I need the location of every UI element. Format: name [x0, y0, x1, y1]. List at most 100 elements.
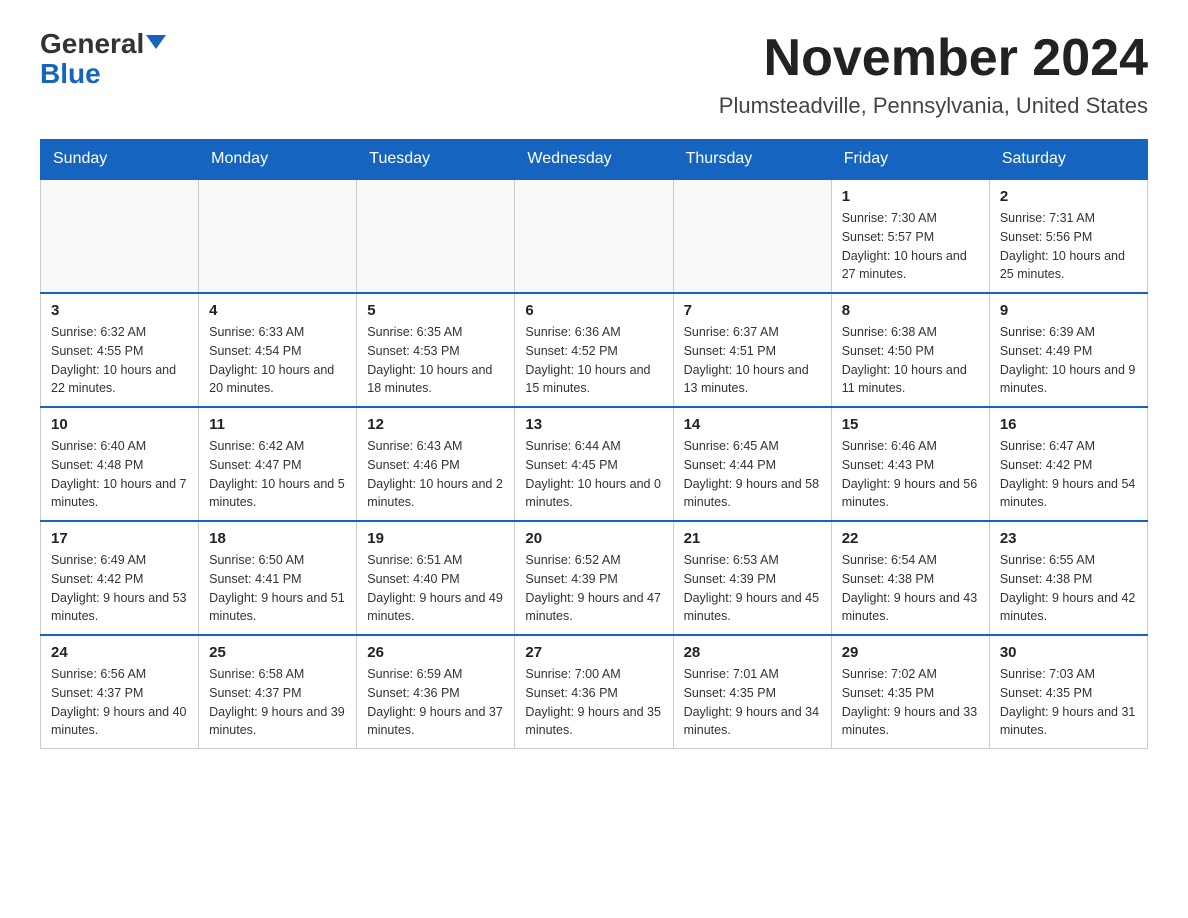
day-number: 28: [684, 644, 821, 661]
calendar-cell: 1Sunrise: 7:30 AMSunset: 5:57 PMDaylight…: [831, 179, 989, 293]
calendar-cell: 15 Sunrise: 6:46 AMSunset: 4:43 PMDayligh…: [831, 407, 989, 521]
day-info: Sunrise: 6:35 AMSunset: 4:53 PMDaylight:…: [367, 323, 504, 398]
day-info: Sunrise: 6:56 AMSunset: 4:37 PMDaylight:…: [51, 665, 188, 740]
calendar-week-row: 3 Sunrise: 6:32 AMSunset: 4:55 PMDaylight…: [41, 293, 1148, 407]
day-number: 22: [842, 530, 979, 547]
weekday-header-wednesday: Wednesday: [515, 140, 673, 180]
calendar-cell: 16 Sunrise: 6:47 AMSunset: 4:42 PMDayligh…: [989, 407, 1147, 521]
day-number: 5: [367, 302, 504, 319]
calendar-cell: 17 Sunrise: 6:49 AMSunset: 4:42 PMDayligh…: [41, 521, 199, 635]
day-info: Sunrise: 6:39 AMSunset: 4:49 PMDaylight:…: [1000, 323, 1137, 398]
day-number: 19: [367, 530, 504, 547]
calendar-cell: 26 Sunrise: 6:59 AMSunset: 4:36 PMDayligh…: [357, 635, 515, 749]
day-info: Sunrise: 7:01 AMSunset: 4:35 PMDaylight:…: [684, 665, 821, 740]
weekday-header-tuesday: Tuesday: [357, 140, 515, 180]
day-info: Sunrise: 6:58 AMSunset: 4:37 PMDaylight:…: [209, 665, 346, 740]
day-number: 18: [209, 530, 346, 547]
day-info: Sunrise: 6:51 AMSunset: 4:40 PMDaylight:…: [367, 551, 504, 626]
calendar-week-row: 1Sunrise: 7:30 AMSunset: 5:57 PMDaylight…: [41, 179, 1148, 293]
day-number: 15: [842, 416, 979, 433]
day-info: Sunrise: 6:38 AMSunset: 4:50 PMDaylight:…: [842, 323, 979, 398]
weekday-header-sunday: Sunday: [41, 140, 199, 180]
logo-bottom: Blue: [40, 60, 101, 88]
day-info: Sunrise: 6:43 AMSunset: 4:46 PMDaylight:…: [367, 437, 504, 512]
day-info: Sunrise: 6:50 AMSunset: 4:41 PMDaylight:…: [209, 551, 346, 626]
calendar-week-row: 17 Sunrise: 6:49 AMSunset: 4:42 PMDayligh…: [41, 521, 1148, 635]
day-info: Sunrise: 6:52 AMSunset: 4:39 PMDaylight:…: [525, 551, 662, 626]
day-info: Sunrise: 7:02 AMSunset: 4:35 PMDaylight:…: [842, 665, 979, 740]
calendar-cell: 4 Sunrise: 6:33 AMSunset: 4:54 PMDaylight…: [199, 293, 357, 407]
weekday-header-saturday: Saturday: [989, 140, 1147, 180]
day-number: 23: [1000, 530, 1137, 547]
day-number: 7: [684, 302, 821, 319]
day-info: Sunrise: 7:00 AMSunset: 4:36 PMDaylight:…: [525, 665, 662, 740]
day-info: Sunrise: 6:47 AMSunset: 4:42 PMDaylight:…: [1000, 437, 1137, 512]
calendar-cell: 13Sunrise: 6:44 AMSunset: 4:45 PMDayligh…: [515, 407, 673, 521]
calendar-cell: [515, 179, 673, 293]
day-info: Sunrise: 7:03 AMSunset: 4:35 PMDaylight:…: [1000, 665, 1137, 740]
main-title: November 2024: [719, 30, 1148, 87]
calendar-cell: 27 Sunrise: 7:00 AMSunset: 4:36 PMDayligh…: [515, 635, 673, 749]
calendar-cell: 5 Sunrise: 6:35 AMSunset: 4:53 PMDaylight…: [357, 293, 515, 407]
day-number: 2: [1000, 188, 1137, 205]
title-section: November 2024 Plumsteadville, Pennsylvan…: [719, 30, 1148, 119]
calendar-cell: 25 Sunrise: 6:58 AMSunset: 4:37 PMDayligh…: [199, 635, 357, 749]
calendar-cell: 29 Sunrise: 7:02 AMSunset: 4:35 PMDayligh…: [831, 635, 989, 749]
day-number: 10: [51, 416, 188, 433]
day-info: Sunrise: 6:49 AMSunset: 4:42 PMDaylight:…: [51, 551, 188, 626]
calendar-cell: 10Sunrise: 6:40 AMSunset: 4:48 PMDayligh…: [41, 407, 199, 521]
day-info: Sunrise: 6:42 AMSunset: 4:47 PMDaylight:…: [209, 437, 346, 512]
day-number: 9: [1000, 302, 1137, 319]
calendar-cell: 8 Sunrise: 6:38 AMSunset: 4:50 PMDaylight…: [831, 293, 989, 407]
day-number: 29: [842, 644, 979, 661]
calendar-cell: 6Sunrise: 6:36 AMSunset: 4:52 PMDaylight…: [515, 293, 673, 407]
day-number: 4: [209, 302, 346, 319]
day-info: Sunrise: 6:46 AMSunset: 4:43 PMDaylight:…: [842, 437, 979, 512]
day-info: Sunrise: 6:32 AMSunset: 4:55 PMDaylight:…: [51, 323, 188, 398]
day-number: 3: [51, 302, 188, 319]
day-number: 11: [209, 416, 346, 433]
day-number: 24: [51, 644, 188, 661]
calendar-cell: 21 Sunrise: 6:53 AMSunset: 4:39 PMDayligh…: [673, 521, 831, 635]
day-number: 21: [684, 530, 821, 547]
calendar-cell: 12 Sunrise: 6:43 AMSunset: 4:46 PMDayligh…: [357, 407, 515, 521]
day-info: Sunrise: 6:53 AMSunset: 4:39 PMDaylight:…: [684, 551, 821, 626]
calendar-cell: 11 Sunrise: 6:42 AMSunset: 4:47 PMDayligh…: [199, 407, 357, 521]
day-info: Sunrise: 6:59 AMSunset: 4:36 PMDaylight:…: [367, 665, 504, 740]
subtitle: Plumsteadville, Pennsylvania, United Sta…: [719, 93, 1148, 119]
weekday-header-thursday: Thursday: [673, 140, 831, 180]
calendar-cell: 20Sunrise: 6:52 AMSunset: 4:39 PMDayligh…: [515, 521, 673, 635]
day-info: Sunrise: 6:45 AMSunset: 4:44 PMDaylight:…: [684, 437, 821, 512]
calendar-week-row: 10Sunrise: 6:40 AMSunset: 4:48 PMDayligh…: [41, 407, 1148, 521]
day-number: 1: [842, 188, 979, 205]
calendar-table: SundayMondayTuesdayWednesdayThursdayFrid…: [40, 139, 1148, 749]
calendar-cell: 2Sunrise: 7:31 AMSunset: 5:56 PMDaylight…: [989, 179, 1147, 293]
day-number: 25: [209, 644, 346, 661]
day-number: 13: [525, 416, 662, 433]
calendar-cell: [673, 179, 831, 293]
calendar-cell: 23Sunrise: 6:55 AMSunset: 4:38 PMDayligh…: [989, 521, 1147, 635]
logo: General Blue: [40, 30, 166, 88]
calendar-cell: 18 Sunrise: 6:50 AMSunset: 4:41 PMDayligh…: [199, 521, 357, 635]
weekday-header-friday: Friday: [831, 140, 989, 180]
calendar-cell: 19 Sunrise: 6:51 AMSunset: 4:40 PMDayligh…: [357, 521, 515, 635]
day-number: 8: [842, 302, 979, 319]
page-header: General Blue November 2024 Plumsteadvill…: [40, 30, 1148, 119]
day-number: 17: [51, 530, 188, 547]
calendar-cell: 14 Sunrise: 6:45 AMSunset: 4:44 PMDayligh…: [673, 407, 831, 521]
day-number: 14: [684, 416, 821, 433]
calendar-week-row: 24 Sunrise: 6:56 AMSunset: 4:37 PMDayligh…: [41, 635, 1148, 749]
calendar-cell: 9 Sunrise: 6:39 AMSunset: 4:49 PMDaylight…: [989, 293, 1147, 407]
day-number: 6: [525, 302, 662, 319]
calendar-cell: 7 Sunrise: 6:37 AMSunset: 4:51 PMDaylight…: [673, 293, 831, 407]
day-info: Sunrise: 6:54 AMSunset: 4:38 PMDaylight:…: [842, 551, 979, 626]
day-number: 12: [367, 416, 504, 433]
day-info: Sunrise: 6:33 AMSunset: 4:54 PMDaylight:…: [209, 323, 346, 398]
day-number: 16: [1000, 416, 1137, 433]
logo-top: General: [40, 30, 166, 58]
day-number: 26: [367, 644, 504, 661]
day-number: 27: [525, 644, 662, 661]
day-number: 30: [1000, 644, 1137, 661]
weekday-header-monday: Monday: [199, 140, 357, 180]
day-info: Sunrise: 6:37 AMSunset: 4:51 PMDaylight:…: [684, 323, 821, 398]
